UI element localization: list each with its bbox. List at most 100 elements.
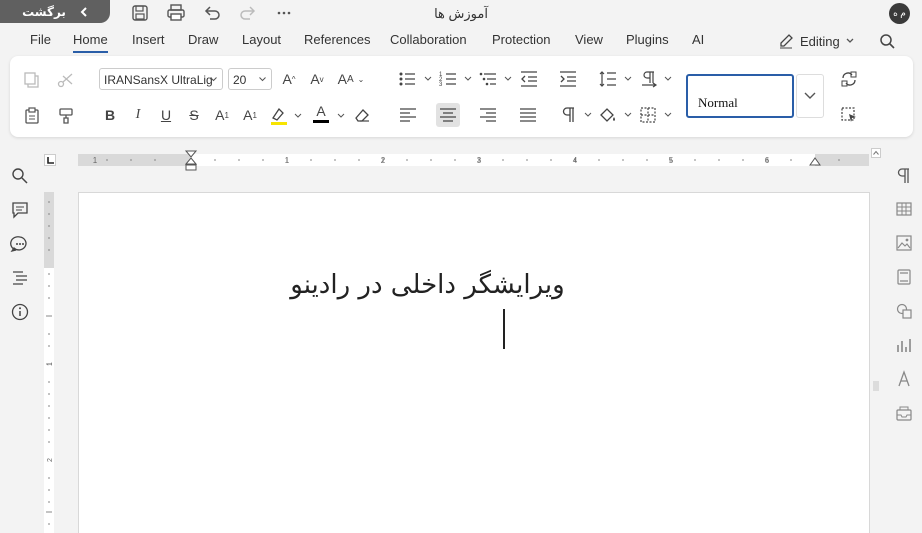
chevron-down-icon[interactable] [337,113,345,119]
replace-icon[interactable] [840,70,858,88]
save-icon[interactable] [130,3,150,23]
bullet-list-icon[interactable] [398,70,418,88]
menu-plugins[interactable]: Plugins [626,32,669,47]
style-gallery-normal[interactable]: Normal [686,74,794,118]
text-cursor [503,309,505,349]
chevron-down-icon[interactable] [664,76,672,82]
back-button[interactable]: برگشت [0,0,110,23]
document-title: آموزش ها [434,6,488,21]
copy-icon[interactable] [22,70,42,90]
right-indent-marker[interactable] [809,155,821,166]
menu-insert[interactable]: Insert [132,32,165,47]
chevron-down-icon[interactable] [664,112,672,118]
search-icon[interactable] [879,33,896,50]
numbered-list-icon[interactable]: 123 [439,70,459,88]
menu-draw[interactable]: Draw [188,32,218,47]
mail-merge-icon[interactable] [895,404,913,422]
chevron-down-icon[interactable] [584,112,592,118]
editing-label: Editing [800,33,840,49]
menu-file[interactable]: File [30,32,51,47]
change-case-icon[interactable]: A A ⌄ [336,68,366,90]
header-footer-icon[interactable] [895,268,913,286]
pencil-icon [780,34,793,49]
paragraph-direction-icon[interactable] [639,70,659,88]
decrease-font-icon[interactable]: Av [306,68,328,90]
superscript-icon[interactable]: A1 [211,104,233,126]
ruler-number: 2 [381,156,386,165]
font-size-select[interactable]: 20 [228,68,272,90]
comment-icon[interactable] [10,200,30,220]
highlight-color-icon[interactable] [268,104,290,126]
paragraph-mark-icon[interactable] [558,106,578,124]
chevron-down-icon[interactable] [504,76,512,82]
bold-icon[interactable]: B [99,104,121,126]
underline-icon[interactable]: U [155,104,177,126]
increase-font-icon[interactable]: A ^ [278,68,300,90]
chevron-down-icon[interactable] [624,112,632,118]
scroll-up-icon[interactable] [871,148,881,158]
chevron-down-icon[interactable] [464,76,472,82]
chevron-down-icon[interactable] [424,76,432,82]
undo-icon[interactable] [202,3,222,23]
print-icon[interactable] [166,3,186,23]
multilevel-list-icon[interactable] [479,70,499,88]
font-size-value: 20 [233,73,247,87]
font-name-value: IRANSansX UltraLig [104,73,213,87]
shading-icon[interactable] [598,106,618,124]
menu-view[interactable]: View [575,32,603,47]
scroll-thumb-grip[interactable] [873,380,879,392]
search-icon[interactable] [10,166,30,186]
clear-formatting-icon[interactable] [352,105,372,125]
justify-icon[interactable] [518,106,538,124]
select-icon[interactable] [840,106,858,124]
line-spacing-icon[interactable] [598,70,618,88]
document-heading[interactable]: ویرایشگر داخلی در رادینو [0,270,855,300]
document-page[interactable] [78,192,870,533]
strikethrough-icon[interactable]: S [183,104,205,126]
align-right-icon[interactable] [478,106,498,124]
borders-icon[interactable] [639,106,657,124]
chevron-down-icon[interactable] [294,113,302,119]
menu-references[interactable]: References [304,32,370,47]
more-icon[interactable] [274,3,294,23]
format-painter-icon[interactable] [56,106,76,126]
style-name: Normal [698,95,738,110]
shape-settings-icon[interactable] [895,302,913,320]
text-art-icon[interactable] [895,370,913,388]
increase-indent-icon[interactable] [558,70,578,88]
font-color-icon[interactable]: A [310,102,332,124]
chevron-left-icon [80,6,87,17]
vertical-ruler-number: 2 [47,458,54,462]
subscript-icon[interactable]: A1 [239,104,261,126]
menu-layout[interactable]: Layout [242,32,281,47]
avatar[interactable]: م ه [889,3,910,24]
align-left-icon[interactable] [398,106,418,124]
style-gallery-expand-button[interactable] [796,74,824,118]
align-center-button[interactable] [436,103,460,127]
cut-icon[interactable] [56,70,76,90]
font-name-select[interactable]: IRANSansX UltraLig [99,68,223,90]
table-settings-icon[interactable] [895,200,913,218]
menu-home[interactable]: Home [73,32,108,53]
image-settings-icon[interactable] [895,234,913,252]
decrease-indent-icon[interactable] [519,70,539,88]
vertical-ruler[interactable]: 1 2 [44,192,54,533]
paste-icon[interactable] [22,106,42,126]
chart-settings-icon[interactable] [895,336,913,354]
redo-icon[interactable] [238,3,258,23]
info-icon[interactable] [10,302,30,322]
menu-collaboration[interactable]: Collaboration [390,32,467,47]
italic-icon[interactable]: I [127,104,149,126]
tab-selector[interactable] [44,154,56,166]
menu-protection[interactable]: Protection [492,32,551,47]
chevron-down-icon[interactable] [624,76,632,82]
menu-ai[interactable]: AI [692,32,704,47]
paragraph-settings-icon[interactable] [895,167,913,185]
chat-icon[interactable] [10,234,30,254]
vertical-scrollbar[interactable] [870,148,882,533]
vertical-ruler-number: 1 [47,362,54,366]
first-line-indent-marker[interactable] [185,150,197,172]
ruler-number: 1 [93,156,98,165]
ruler-number: 5 [669,156,674,165]
editing-mode-dropdown[interactable]: Editing [778,33,854,49]
